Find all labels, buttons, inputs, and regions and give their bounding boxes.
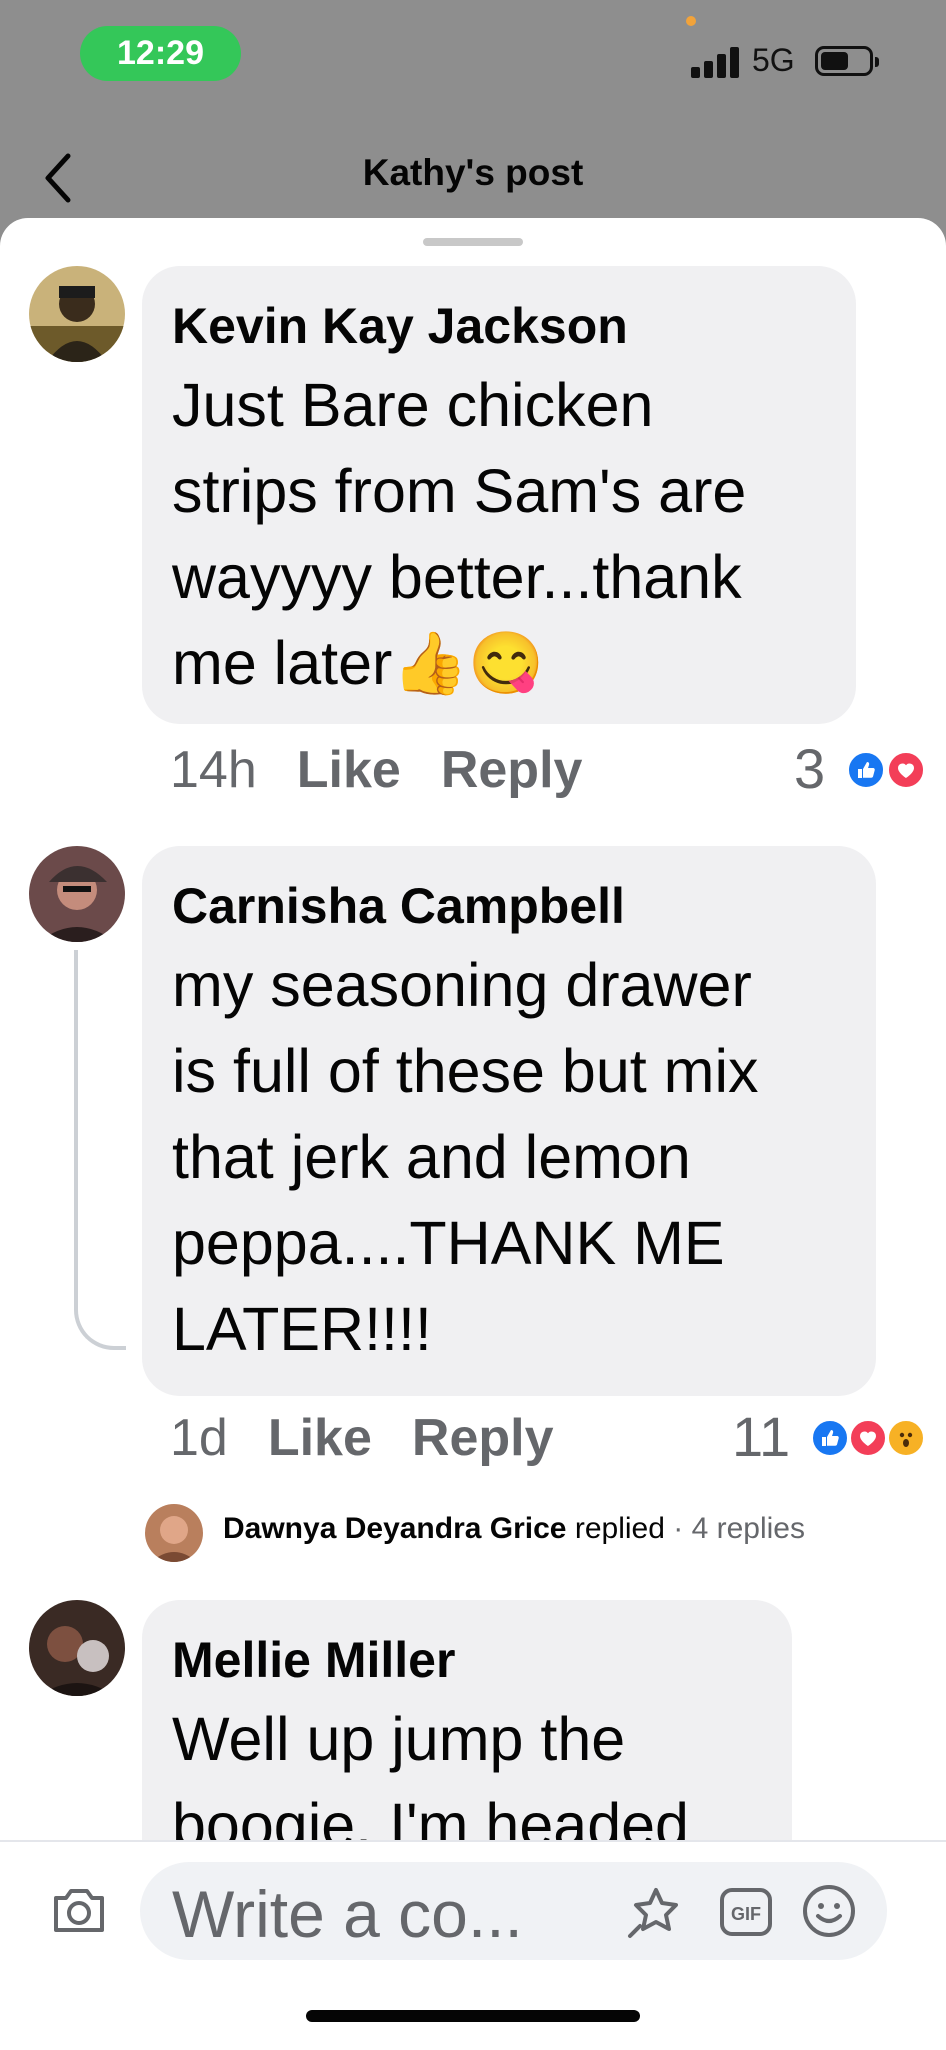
comment-bubble: Kevin Kay Jackson Just Bare chicken stri… — [142, 266, 856, 724]
comment-line: peppa....THANK ME — [172, 1209, 725, 1277]
reply-count: · 4 replies — [673, 1512, 805, 1545]
comment-line: wayyyy better...thank — [172, 543, 742, 611]
signal-icon — [691, 46, 739, 78]
comment-line: my seasoning drawer — [172, 951, 752, 1019]
reply-button[interactable]: Reply — [441, 741, 583, 799]
privacy-indicator — [686, 16, 696, 26]
avatar[interactable] — [29, 846, 125, 942]
comment-time: 1d — [170, 1409, 228, 1467]
emoji-icon[interactable] — [800, 1882, 858, 1940]
comment-bubble: Carnisha Campbell my seasoning drawer is… — [142, 846, 876, 1396]
comment-actions: 14h Like Reply — [170, 740, 582, 800]
love-reaction-icon — [848, 1418, 888, 1458]
page-title: Kathy's post — [362, 152, 584, 193]
reaction-count[interactable]: 11 — [732, 1404, 790, 1469]
comment-text: Just Bare chicken strips from Sam's are … — [172, 362, 826, 706]
battery-icon — [815, 46, 879, 76]
sticker-icon[interactable] — [626, 1884, 684, 1940]
like-reaction-icon — [846, 750, 886, 790]
comment-author[interactable]: Kevin Kay Jackson — [172, 296, 826, 356]
comment-actions: 1d Like Reply — [170, 1408, 554, 1468]
comment-line: LATER!!!! — [172, 1295, 432, 1363]
comment-input[interactable]: Write a co... GIF — [140, 1862, 887, 1960]
status-time: 12:29 — [80, 26, 241, 81]
camera-button[interactable] — [50, 1882, 108, 1938]
reply-button[interactable]: Reply — [412, 1409, 554, 1467]
reply-avatar[interactable] — [145, 1504, 203, 1562]
sheet-grabber[interactable] — [423, 238, 523, 246]
comment-author[interactable]: Mellie Miller — [172, 1630, 762, 1690]
comment-line: Just Bare chicken — [172, 371, 654, 439]
comment-line: me later👍😋 — [172, 629, 545, 697]
comment-composer: Write a co... GIF — [0, 1840, 946, 2050]
reaction-count[interactable]: 3 — [794, 736, 825, 801]
avatar[interactable] — [29, 266, 125, 362]
view-replies-link[interactable]: Dawnya Deyandra Grice replied · 4 replie… — [223, 1512, 805, 1572]
like-button[interactable]: Like — [297, 741, 401, 799]
comment-input-placeholder: Write a co... — [172, 1877, 523, 1951]
avatar[interactable] — [29, 1600, 125, 1696]
comment-bubble: Mellie Miller Well up jump the boogie. I… — [142, 1600, 792, 1859]
comment-author[interactable]: Carnisha Campbell — [172, 876, 846, 936]
replied-label: replied — [574, 1512, 665, 1545]
svg-text:GIF: GIF — [731, 1904, 761, 1924]
wow-reaction-icon — [886, 1418, 926, 1458]
gif-icon[interactable]: GIF — [718, 1886, 774, 1938]
reply-thread-line — [74, 950, 126, 1350]
comment-line: strips from Sam's are — [172, 457, 747, 525]
comment-line: is full of these but mix — [172, 1037, 759, 1105]
network-type: 5G — [752, 42, 795, 78]
status-bar: 12:29 5G — [0, 0, 946, 120]
comment-text: my seasoning drawer is full of these but… — [172, 942, 846, 1372]
comment-time: 14h — [170, 741, 257, 799]
comments-sheet: Kevin Kay Jackson Just Bare chicken stri… — [0, 218, 946, 2048]
like-button[interactable]: Like — [268, 1409, 372, 1467]
comment-line: Well up jump the — [172, 1705, 626, 1773]
camera-icon — [54, 1889, 104, 1932]
like-reaction-icon — [810, 1418, 850, 1458]
love-reaction-icon — [886, 750, 926, 790]
home-indicator — [306, 2010, 640, 2022]
comment-line: that jerk and lemon — [172, 1123, 691, 1191]
reply-author: Dawnya Deyandra Grice — [223, 1512, 567, 1545]
